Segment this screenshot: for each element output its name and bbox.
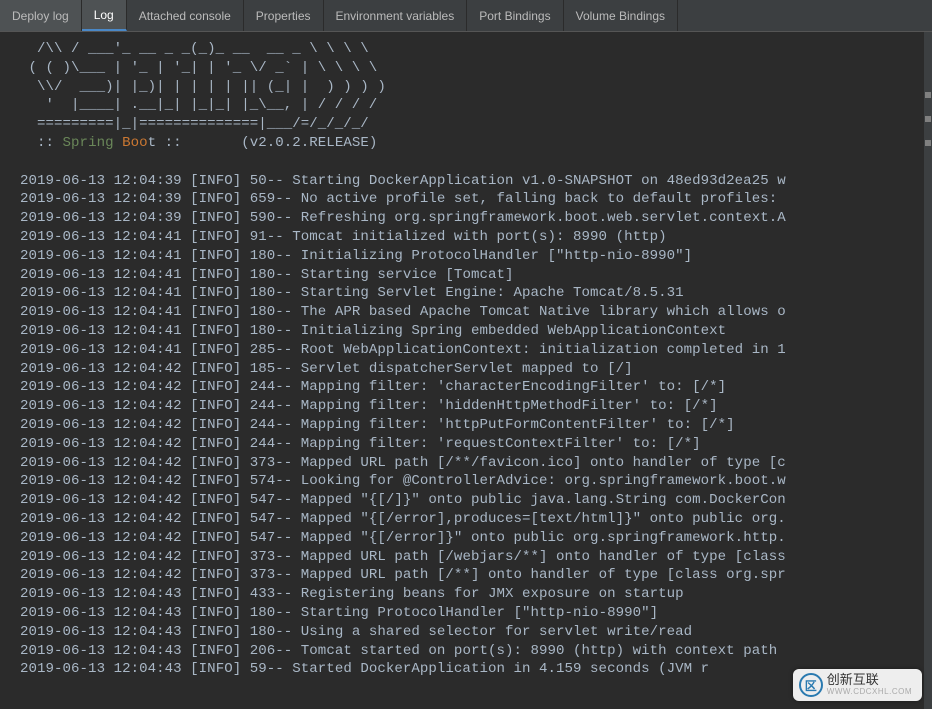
log-line: 2019-06-13 12:04:41 [INFO] 180-- Startin… xyxy=(20,285,684,301)
log-line: 2019-06-13 12:04:43 [INFO] 180-- Using a… xyxy=(20,624,692,640)
log-line: 2019-06-13 12:04:42 [INFO] 244-- Mapping… xyxy=(20,417,735,433)
log-line: 2019-06-13 12:04:43 [INFO] 59-- Started … xyxy=(20,661,709,677)
tab-properties[interactable]: Properties xyxy=(244,0,324,31)
log-line: 2019-06-13 12:04:39 [INFO] 590-- Refresh… xyxy=(20,210,786,226)
tab-port-bindings[interactable]: Port Bindings xyxy=(467,0,563,31)
log-line: 2019-06-13 12:04:41 [INFO] 180-- Initial… xyxy=(20,248,692,264)
log-line: 2019-06-13 12:04:43 [INFO] 433-- Registe… xyxy=(20,586,684,602)
marker-icon xyxy=(925,116,931,122)
log-line: 2019-06-13 12:04:41 [INFO] 180-- The APR… xyxy=(20,304,786,320)
tab-deploy-log[interactable]: Deploy log xyxy=(0,0,82,31)
log-line: 2019-06-13 12:04:42 [INFO] 547-- Mapped … xyxy=(20,492,786,508)
log-line: 2019-06-13 12:04:41 [INFO] 180-- Initial… xyxy=(20,323,726,339)
log-line: 2019-06-13 12:04:42 [INFO] 547-- Mapped … xyxy=(20,511,786,527)
ascii-banner-line: ' |____| .__|_| |_|_| |_\__, | / / / / xyxy=(20,97,377,113)
log-line: 2019-06-13 12:04:41 [INFO] 180-- Startin… xyxy=(20,267,514,283)
log-line: 2019-06-13 12:04:42 [INFO] 373-- Mapped … xyxy=(20,455,786,471)
log-line: 2019-06-13 12:04:39 [INFO] 50-- Starting… xyxy=(20,173,786,189)
log-line: 2019-06-13 12:04:42 [INFO] 373-- Mapped … xyxy=(20,567,786,583)
watermark-url: WWW.CDCXHL.COM xyxy=(827,688,912,697)
watermark-badge: 区 创新互联 WWW.CDCXHL.COM xyxy=(793,669,922,701)
tab-log[interactable]: Log xyxy=(82,0,127,31)
marker-icon xyxy=(925,140,931,146)
log-line: 2019-06-13 12:04:43 [INFO] 180-- Startin… xyxy=(20,605,658,621)
log-line: 2019-06-13 12:04:42 [INFO] 547-- Mapped … xyxy=(20,530,786,546)
tab-attached-console[interactable]: Attached console xyxy=(127,0,244,31)
log-content: /\\ / ___'_ __ _ _(_)_ __ __ _ \ \ \ \ (… xyxy=(20,40,924,679)
log-line: 2019-06-13 12:04:42 [INFO] 373-- Mapped … xyxy=(20,549,786,565)
log-line: 2019-06-13 12:04:42 [INFO] 244-- Mapping… xyxy=(20,398,718,414)
tab-bar: Deploy logLogAttached consolePropertiesE… xyxy=(0,0,932,32)
gutter-markers xyxy=(924,32,932,709)
tab-environment-variables[interactable]: Environment variables xyxy=(324,0,468,31)
log-line: 2019-06-13 12:04:42 [INFO] 574-- Looking… xyxy=(20,473,786,489)
log-line: 2019-06-13 12:04:42 [INFO] 244-- Mapping… xyxy=(20,379,726,395)
tab-volume-bindings[interactable]: Volume Bindings xyxy=(564,0,678,31)
log-line: 2019-06-13 12:04:42 [INFO] 244-- Mapping… xyxy=(20,436,701,452)
watermark-logo-icon: 区 xyxy=(799,673,823,697)
log-panel[interactable]: /\\ / ___'_ __ _ _(_)_ __ __ _ \ \ \ \ (… xyxy=(0,32,924,709)
log-line: 2019-06-13 12:04:41 [INFO] 91-- Tomcat i… xyxy=(20,229,667,245)
log-line: 2019-06-13 12:04:43 [INFO] 206-- Tomcat … xyxy=(20,643,786,659)
ascii-banner-line: ( ( )\___ | '_ | '_| | '_ \/ _` | \ \ \ … xyxy=(20,60,377,76)
ascii-banner-line: \\/ ___)| |_)| | | | | || (_| | ) ) ) ) xyxy=(20,79,386,95)
ascii-banner-line: /\\ / ___'_ __ _ _(_)_ __ __ _ \ \ \ \ xyxy=(20,41,369,57)
log-line: 2019-06-13 12:04:39 [INFO] 659-- No acti… xyxy=(20,191,777,207)
log-line: 2019-06-13 12:04:41 [INFO] 285-- Root We… xyxy=(20,342,786,358)
watermark-title: 创新互联 xyxy=(827,673,912,687)
log-line: 2019-06-13 12:04:42 [INFO] 185-- Servlet… xyxy=(20,361,633,377)
spring-boot-line: :: Spring Boot :: (v2.0.2.RELEASE) xyxy=(20,135,377,151)
marker-icon xyxy=(925,92,931,98)
ascii-banner-line: =========|_|==============|___/=/_/_/_/ xyxy=(20,116,369,132)
